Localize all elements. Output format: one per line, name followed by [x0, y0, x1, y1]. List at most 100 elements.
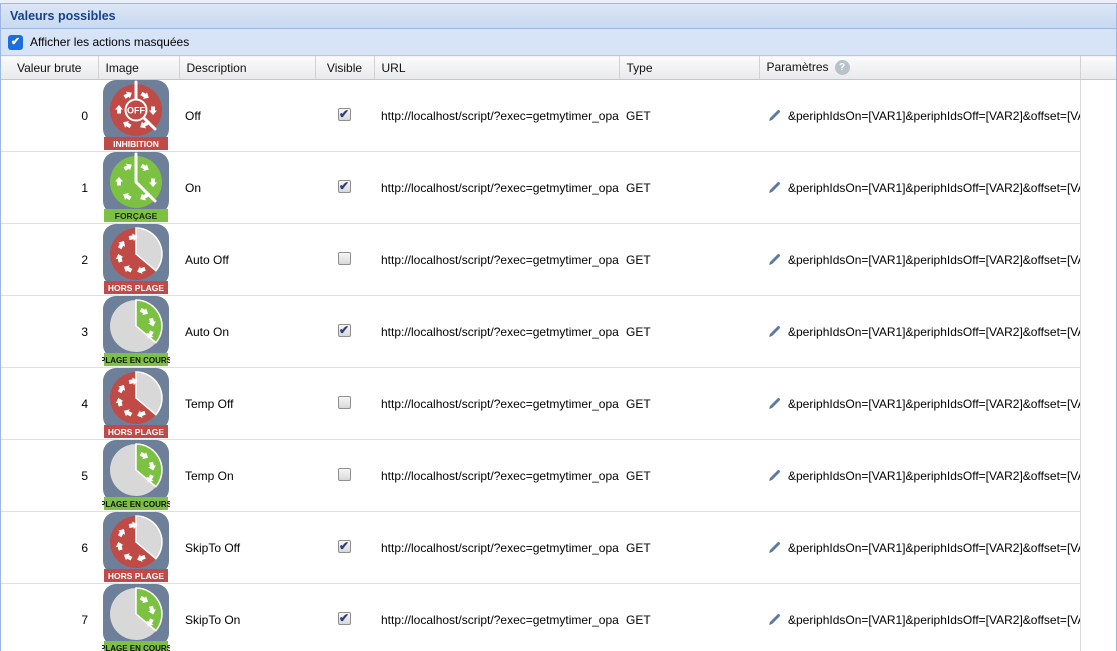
help-icon[interactable]: ?: [835, 60, 850, 75]
cell-url: http://localhost/script/?exec=getmytimer…: [374, 512, 619, 584]
state-image-icon: OFF INHIBITION: [102, 80, 179, 151]
cell-url: http://localhost/script/?exec=getmytimer…: [374, 368, 619, 440]
cell-url: http://localhost/script/?exec=getmytimer…: [374, 296, 619, 368]
cell-type: GET: [619, 512, 759, 584]
visible-checkbox[interactable]: [338, 396, 351, 409]
state-image-icon: HORS PLAGE: [102, 368, 179, 439]
cell-value: 5: [1, 440, 98, 512]
cell-image: HORS PLAGE: [98, 512, 179, 584]
state-image-icon: HORS PLAGE: [102, 224, 179, 295]
col-header-empty: [1080, 56, 1116, 80]
cell-url: http://localhost/script/?exec=getmytimer…: [374, 80, 619, 152]
show-hidden-checkbox[interactable]: ✔: [8, 35, 23, 50]
cell-empty: [1080, 440, 1116, 512]
cell-image: HORS PLAGE: [98, 224, 179, 296]
col-header-type: Type: [619, 56, 759, 80]
pencil-icon[interactable]: [767, 252, 782, 267]
svg-text:PLAGE EN COURS: PLAGE EN COURS: [102, 356, 170, 365]
cell-value: 2: [1, 224, 98, 296]
cell-image: PLAGE EN COURS: [98, 296, 179, 368]
table-row: 7 PLAGE EN COURS SkipTo On http://localh…: [1, 584, 1116, 651]
svg-text:PLAGE EN COURS: PLAGE EN COURS: [102, 644, 170, 651]
svg-text:HORS PLAGE: HORS PLAGE: [108, 427, 165, 437]
cell-empty: [1080, 512, 1116, 584]
pencil-icon[interactable]: [767, 108, 782, 123]
table-row: 4 HORS PLAGE Temp Off http://localhost/s…: [1, 368, 1116, 440]
visible-checkbox[interactable]: [338, 468, 351, 481]
cell-image: PLAGE EN COURS: [98, 584, 179, 651]
cell-value: 0: [1, 80, 98, 152]
pencil-icon[interactable]: [767, 396, 782, 411]
cell-value: 6: [1, 512, 98, 584]
pencil-icon[interactable]: [767, 540, 782, 555]
visible-checkbox[interactable]: [338, 540, 351, 553]
cell-type: GET: [619, 584, 759, 651]
cell-image: OFF INHIBITION: [98, 80, 179, 152]
col-header-parametres: Paramètres?: [759, 56, 1080, 80]
state-image-icon: PLAGE EN COURS: [102, 584, 179, 651]
svg-text:HORS PLAGE: HORS PLAGE: [108, 283, 165, 293]
valeurs-possibles-panel: Valeurs possibles ✔ Afficher les actions…: [0, 3, 1117, 651]
cell-params-text: &periphIdsOn=[VAR1]&periphIdsOff=[VAR2]&…: [788, 397, 1080, 411]
pencil-icon[interactable]: [767, 180, 782, 195]
table-row: 1 FORÇAGE On http://localhost/script/?ex…: [1, 152, 1116, 224]
cell-type: GET: [619, 440, 759, 512]
cell-empty: [1080, 296, 1116, 368]
show-hidden-label: Afficher les actions masquées: [30, 35, 189, 49]
page: Valeurs possibles ✔ Afficher les actions…: [0, 0, 1117, 651]
cell-empty: [1080, 584, 1116, 651]
pencil-icon[interactable]: [767, 612, 782, 627]
cell-value: 7: [1, 584, 98, 651]
visible-checkbox[interactable]: [338, 180, 351, 193]
cell-params-text: &periphIdsOn=[VAR1]&periphIdsOff=[VAR2]&…: [788, 541, 1080, 555]
cell-params-text: &periphIdsOn=[VAR1]&periphIdsOff=[VAR2]&…: [788, 181, 1080, 195]
values-table: Valeur brute Image Description Visible U…: [1, 55, 1116, 651]
pencil-icon[interactable]: [767, 468, 782, 483]
cell-type: GET: [619, 80, 759, 152]
table-row: 0 OFF INHIBITION Off http://localhost/sc…: [1, 80, 1116, 152]
table-row: 5 PLAGE EN COURS Temp On http://localhos…: [1, 440, 1116, 512]
cell-value: 3: [1, 296, 98, 368]
cell-value: 4: [1, 368, 98, 440]
cell-description: SkipTo On: [179, 584, 315, 651]
cell-description: On: [179, 152, 315, 224]
pencil-icon[interactable]: [767, 324, 782, 339]
cell-url: http://localhost/script/?exec=getmytimer…: [374, 440, 619, 512]
cell-value: 1: [1, 152, 98, 224]
state-image-icon: FORÇAGE: [102, 152, 179, 223]
cell-params-text: &periphIdsOn=[VAR1]&periphIdsOff=[VAR2]&…: [788, 469, 1080, 483]
cell-image: FORÇAGE: [98, 152, 179, 224]
table-row: 6 HORS PLAGE SkipTo Off http://localhost…: [1, 512, 1116, 584]
visible-checkbox[interactable]: [338, 252, 351, 265]
cell-url: http://localhost/script/?exec=getmytimer…: [374, 224, 619, 296]
state-image-icon: PLAGE EN COURS: [102, 440, 179, 511]
cell-empty: [1080, 224, 1116, 296]
cell-empty: [1080, 368, 1116, 440]
col-header-url: URL: [374, 56, 619, 80]
cell-description: Temp On: [179, 440, 315, 512]
cell-type: GET: [619, 296, 759, 368]
cell-type: GET: [619, 224, 759, 296]
svg-text:OFF: OFF: [127, 106, 145, 116]
cell-description: Off: [179, 80, 315, 152]
cell-params-text: &periphIdsOn=[VAR1]&periphIdsOff=[VAR2]&…: [788, 253, 1080, 267]
svg-text:INHIBITION: INHIBITION: [113, 139, 159, 149]
cell-description: Temp Off: [179, 368, 315, 440]
col-header-visible: Visible: [315, 56, 374, 80]
svg-text:PLAGE EN COURS: PLAGE EN COURS: [102, 500, 170, 509]
cell-url: http://localhost/script/?exec=getmytimer…: [374, 152, 619, 224]
cell-params-text: &periphIdsOn=[VAR1]&periphIdsOff=[VAR2]&…: [788, 109, 1080, 123]
cell-description: Auto Off: [179, 224, 315, 296]
visible-checkbox[interactable]: [338, 108, 351, 121]
table-body: 0 OFF INHIBITION Off http://localhost/sc…: [1, 80, 1116, 651]
table-row: 2 HORS PLAGE Auto Off http://localhost/s…: [1, 224, 1116, 296]
panel-title: Valeurs possibles: [10, 9, 116, 23]
panel-titlebar: Valeurs possibles: [1, 4, 1116, 29]
cell-image: PLAGE EN COURS: [98, 440, 179, 512]
state-image-icon: HORS PLAGE: [102, 512, 179, 583]
visible-checkbox[interactable]: [338, 324, 351, 337]
cell-image: HORS PLAGE: [98, 368, 179, 440]
visible-checkbox[interactable]: [338, 612, 351, 625]
cell-description: SkipTo Off: [179, 512, 315, 584]
col-header-image: Image: [98, 56, 179, 80]
